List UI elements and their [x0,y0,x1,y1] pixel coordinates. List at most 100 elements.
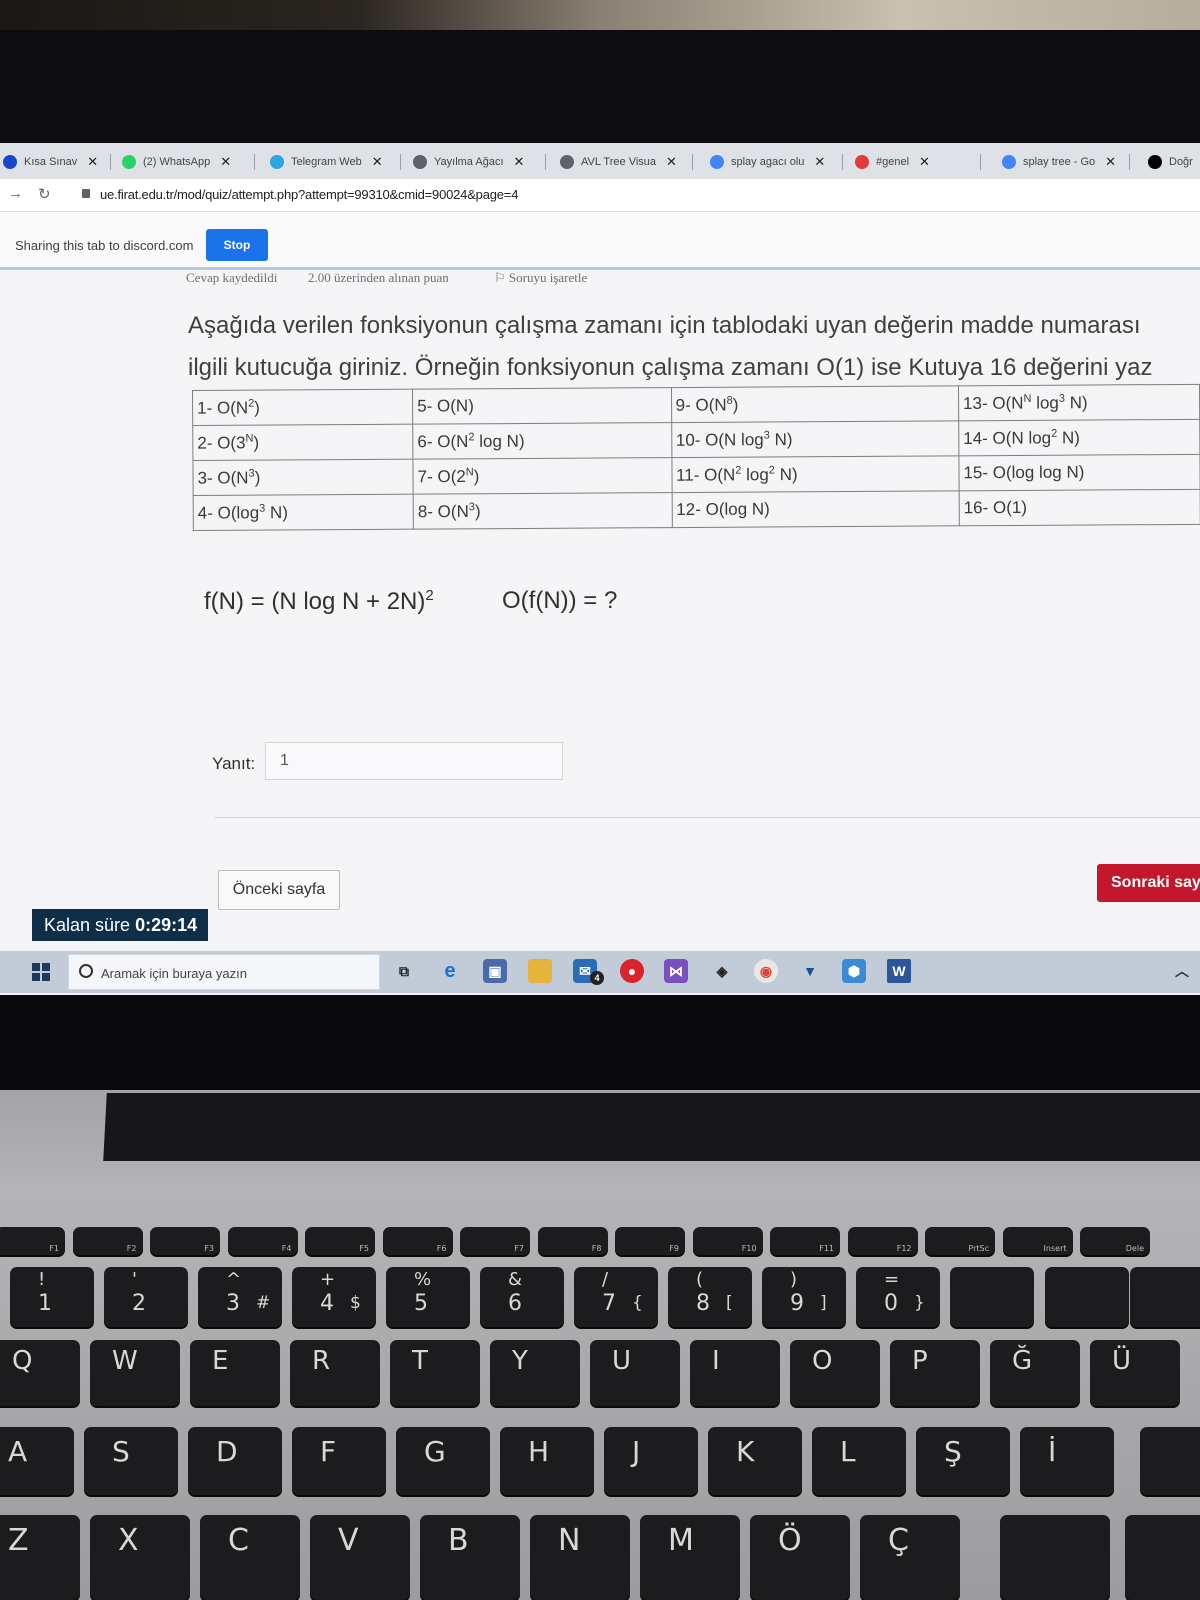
reload-icon[interactable]: ↻ [38,185,51,203]
number-key[interactable]: +4 $ [292,1267,376,1327]
letter-key[interactable]: I [690,1340,780,1406]
letter-key[interactable]: İ [1020,1427,1114,1495]
letter-key[interactable]: S [84,1427,178,1495]
function-key[interactable]: F8 [537,1227,608,1255]
function-key[interactable]: F9 [615,1227,685,1255]
browser-tab[interactable]: AVL Tree Visua ✕ [560,147,693,177]
function-key[interactable]: F5 [305,1227,375,1255]
shift-right-key[interactable] [1125,1515,1200,1600]
number-key[interactable]: (8 [ [668,1267,752,1327]
letter-key[interactable]: N [530,1515,630,1600]
letter-key[interactable]: K [708,1427,802,1495]
browser-tab[interactable]: Telegram Web ✕ [270,147,401,177]
backspace-key[interactable] [1130,1267,1200,1327]
question-key[interactable] [950,1267,1034,1327]
browser-tab[interactable]: Kısa Sınav ✕ [3,147,111,177]
next-page-button[interactable]: Sonraki sayf [1097,864,1200,902]
letter-key[interactable]: U [590,1340,680,1406]
letter-key[interactable]: A [0,1427,74,1495]
letter-key[interactable]: Ş [916,1427,1010,1495]
letter-key[interactable]: F [292,1427,386,1495]
function-key[interactable]: F4 [227,1227,298,1255]
letter-key[interactable]: R [290,1340,380,1406]
function-key[interactable]: Insert [1002,1227,1073,1255]
function-key[interactable]: PrtSc [925,1227,995,1255]
taskbar-search-box[interactable]: Aramak için buraya yazın [68,954,380,990]
close-tab-icon[interactable]: ✕ [372,154,383,170]
semicolon-key[interactable] [1140,1427,1200,1495]
function-key[interactable]: F6 [382,1227,453,1255]
number-key[interactable]: & 6 [480,1267,564,1327]
function-key[interactable]: Dele [1080,1227,1150,1255]
forward-icon[interactable]: → [8,185,23,202]
letter-key[interactable]: M [640,1515,740,1600]
app-icon-blue[interactable]: ▼ [798,959,822,983]
windows-start-icon[interactable] [32,963,50,981]
browser-tab[interactable]: #genel ✕ [855,147,981,177]
letter-key[interactable]: L [812,1427,906,1495]
answer-input[interactable] [265,742,563,780]
function-key[interactable]: F7 [460,1227,530,1255]
flag-question-link[interactable]: ⚐ Soruyu işaretle [494,270,587,286]
close-tab-icon[interactable]: ✕ [919,154,930,170]
store-icon[interactable]: ▣ [483,959,507,983]
letter-key[interactable]: Ö [750,1515,850,1600]
close-tab-icon[interactable]: ✕ [1105,154,1116,170]
letter-key[interactable]: Y [490,1340,580,1406]
letter-key[interactable]: J [604,1427,698,1495]
task-view-icon[interactable]: ⧉ [392,959,416,983]
chevron-up-icon[interactable]: ︿ [1170,959,1194,983]
file-explorer-icon[interactable] [528,959,552,983]
letter-key[interactable]: G [396,1427,490,1495]
function-key[interactable]: F11 [770,1227,840,1255]
letter-key[interactable]: V [310,1515,410,1600]
number-key[interactable]: /7 { [574,1267,658,1327]
stop-sharing-button[interactable]: Stop [206,229,268,261]
close-tab-icon[interactable]: ✕ [814,154,825,170]
letter-key[interactable]: X [90,1515,190,1600]
letter-key[interactable]: Q [0,1340,80,1406]
close-tab-icon[interactable]: ✕ [514,154,525,170]
function-key[interactable]: F10 [692,1227,763,1255]
app-icon-red[interactable]: ● [620,959,644,983]
word-icon[interactable]: W [887,959,911,983]
url-text[interactable]: ue.firat.edu.tr/mod/quiz/attempt.php?att… [100,187,518,202]
browser-tab[interactable]: splay tree - Go ✕ [1002,147,1130,177]
browser-tab[interactable]: Doğr [1148,147,1200,177]
chrome-icon[interactable]: ◉ [754,959,778,983]
close-tab-icon[interactable]: ✕ [87,154,98,170]
letter-key[interactable]: Z [0,1515,80,1600]
letter-key[interactable]: Ğ [990,1340,1080,1406]
visual-studio-icon[interactable]: ⋈ [664,959,688,983]
letter-key[interactable]: O [790,1340,880,1406]
previous-page-button[interactable]: Önceki sayfa [218,870,340,910]
app-icon-cube[interactable]: ⬢ [842,959,866,983]
edge-icon[interactable]: e [438,959,462,983]
browser-tab[interactable]: (2) WhatsApp ✕ [122,147,255,177]
number-key[interactable]: = 0} [856,1267,940,1327]
browser-tab[interactable]: Yayılma Ağacı ✕ [413,147,546,177]
number-key[interactable]: ' 2 [104,1267,188,1327]
browser-tab[interactable]: splay agacı olu ✕ [710,147,843,177]
letter-key[interactable]: E [190,1340,280,1406]
function-key[interactable]: F1 [0,1227,65,1255]
function-key[interactable]: F3 [150,1227,220,1255]
letter-key[interactable]: C [200,1515,300,1600]
close-tab-icon[interactable]: ✕ [666,154,677,170]
letter-key[interactable]: Ç [860,1515,960,1600]
letter-key[interactable]: D [188,1427,282,1495]
unity-icon[interactable]: ◈ [710,959,734,983]
function-key[interactable]: F12 [847,1227,918,1255]
letter-key[interactable]: P [890,1340,980,1406]
number-key[interactable]: ) 9] [762,1267,846,1327]
letter-key[interactable]: B [420,1515,520,1600]
letter-key[interactable]: Ü [1090,1340,1180,1406]
letter-key[interactable]: H [500,1427,594,1495]
number-key[interactable]: ^ 3 # [198,1267,282,1327]
number-key[interactable]: % 5 [386,1267,470,1327]
minus-key[interactable] [1045,1267,1129,1327]
letter-key[interactable]: W [90,1340,180,1406]
function-key[interactable]: F2 [72,1227,143,1255]
close-tab-icon[interactable]: ✕ [220,154,231,170]
number-key[interactable]: ! 1 [10,1267,94,1327]
